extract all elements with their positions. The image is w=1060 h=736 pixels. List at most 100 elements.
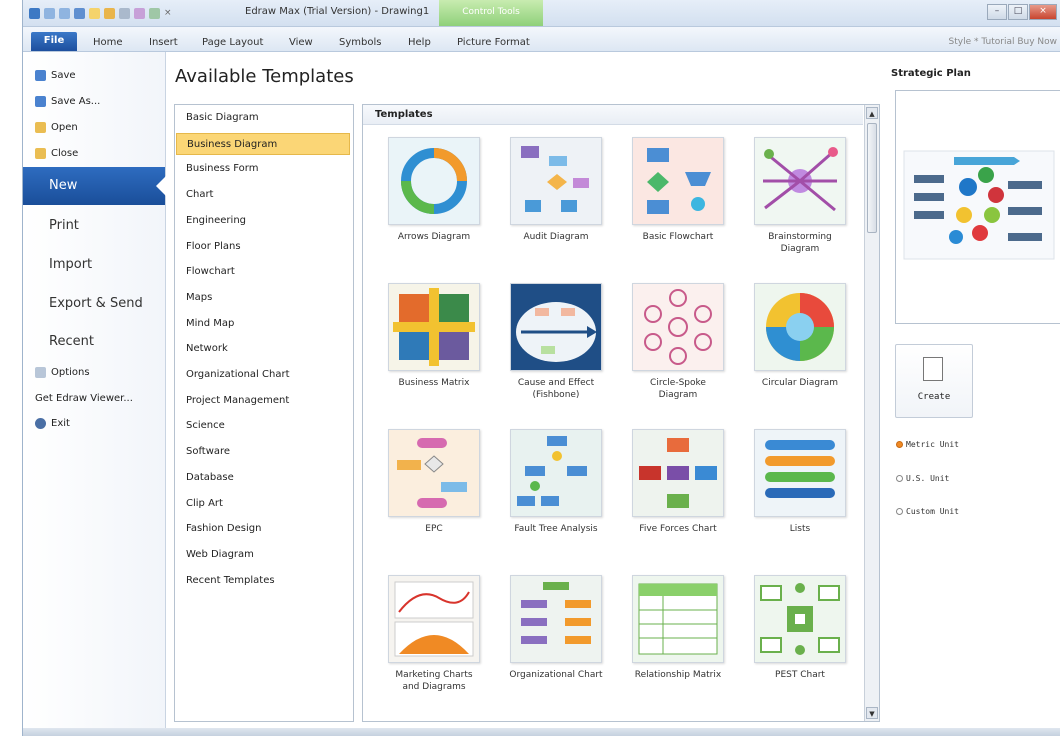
template-label: Circle-Spoke Diagram — [650, 378, 706, 400]
template-tile[interactable]: Arrows Diagram — [379, 137, 489, 243]
template-label: PEST Chart — [775, 670, 825, 680]
template-tile[interactable]: Audit Diagram — [501, 137, 611, 243]
template-preview — [895, 90, 1060, 324]
title-bar: × Edraw Max (Trial Version) - Drawing1 C… — [23, 0, 1060, 27]
menu-new[interactable]: New — [23, 167, 166, 205]
category-item[interactable]: Organizational Chart — [176, 364, 350, 386]
category-item[interactable]: Recent Templates — [176, 570, 350, 592]
minimize-button[interactable]: – — [987, 4, 1007, 20]
template-thumbnail — [754, 137, 846, 225]
category-item[interactable]: Database — [176, 467, 350, 489]
category-item[interactable]: Chart — [176, 184, 350, 206]
preview-icon[interactable] — [149, 7, 160, 19]
radio-selected-icon — [896, 441, 903, 448]
template-tile[interactable]: Basic Flowchart — [623, 137, 733, 243]
category-item[interactable]: Basic Diagram — [176, 107, 350, 129]
page-title: Available Templates — [175, 66, 354, 87]
window-title: Edraw Max (Trial Version) - Drawing1 — [245, 6, 430, 17]
template-tile[interactable]: Marketing Charts and Diagrams — [379, 575, 489, 693]
template-thumbnail — [388, 575, 480, 663]
template-thumbnail — [754, 575, 846, 663]
scroll-up-button[interactable]: ▲ — [866, 107, 878, 119]
save-icon[interactable] — [74, 7, 85, 19]
template-label: Arrows Diagram — [397, 232, 471, 242]
template-tile[interactable]: Fault Tree Analysis — [501, 429, 611, 535]
strategic-plan-preview-image — [903, 150, 1055, 260]
template-thumbnail — [754, 429, 846, 517]
category-item[interactable]: Fashion Design — [176, 518, 350, 540]
template-tile[interactable]: Brainstorming Diagram — [745, 137, 855, 255]
close-button[interactable]: × — [1029, 4, 1057, 20]
ribbon-help-links[interactable]: Style * Tutorial Buy Now — [949, 37, 1057, 47]
template-tile[interactable]: Cause and Effect (Fishbone) — [501, 283, 611, 401]
template-label: Relationship Matrix — [634, 670, 722, 680]
template-thumbnail — [632, 137, 724, 225]
category-item[interactable]: Flowchart — [176, 261, 350, 283]
template-tile[interactable]: Business Matrix — [379, 283, 489, 389]
menu-options[interactable]: Options — [35, 367, 90, 378]
menu-save[interactable]: Save — [35, 70, 76, 81]
save-as-icon — [35, 96, 46, 107]
template-label: Circular Diagram — [761, 378, 839, 388]
app-logo-icon[interactable] — [29, 7, 40, 19]
open-icon[interactable] — [104, 7, 115, 19]
scroll-thumb[interactable] — [867, 123, 877, 233]
tab-help[interactable]: Help — [408, 37, 431, 48]
menu-close[interactable]: Close — [35, 148, 78, 159]
create-button[interactable]: Create — [895, 344, 973, 418]
folder-icon — [35, 122, 46, 133]
category-item[interactable]: Engineering — [176, 210, 350, 232]
category-item[interactable]: Clip Art — [176, 493, 350, 515]
menu-print[interactable]: Print — [49, 218, 79, 233]
category-item[interactable]: Maps — [176, 287, 350, 309]
print-icon[interactable] — [119, 7, 130, 19]
category-item[interactable]: Software — [176, 441, 350, 463]
category-item[interactable]: Project Management — [176, 390, 350, 412]
template-thumbnail — [510, 429, 602, 517]
template-tile[interactable]: PEST Chart — [745, 575, 855, 681]
category-item[interactable]: Network — [176, 338, 350, 360]
undo-icon[interactable] — [44, 7, 55, 19]
template-tile[interactable]: Organizational Chart — [501, 575, 611, 681]
category-item[interactable]: Science — [176, 415, 350, 437]
close-icon[interactable]: × — [164, 8, 175, 19]
unit-us-radio[interactable]: U.S. Unit — [896, 474, 949, 483]
menu-export-send[interactable]: Export & Send — [49, 296, 143, 311]
tab-view[interactable]: View — [289, 37, 313, 48]
menu-exit[interactable]: Exit — [35, 418, 70, 429]
unit-custom-radio[interactable]: Custom Unit — [896, 507, 959, 516]
template-label: Organizational Chart — [509, 670, 603, 680]
menu-import[interactable]: Import — [49, 257, 92, 272]
template-tile[interactable]: Five Forces Chart — [623, 429, 733, 535]
tab-picture-format[interactable]: Picture Format — [457, 37, 530, 48]
scroll-down-button[interactable]: ▼ — [866, 707, 878, 719]
template-label: Audit Diagram — [523, 232, 589, 242]
category-item[interactable]: Business Form — [176, 158, 350, 180]
template-tile[interactable]: Circular Diagram — [745, 283, 855, 389]
menu-open[interactable]: Open — [35, 122, 78, 133]
category-item[interactable]: Floor Plans — [176, 236, 350, 258]
menu-save-as[interactable]: Save As... — [35, 96, 100, 107]
category-item[interactable]: Web Diagram — [176, 544, 350, 566]
window-controls: – □ × — [987, 4, 1057, 20]
tab-page-layout[interactable]: Page Layout — [202, 37, 263, 48]
category-item[interactable]: Mind Map — [176, 313, 350, 335]
category-item[interactable]: Business Diagram — [176, 132, 350, 155]
redo-icon[interactable] — [59, 7, 70, 19]
tab-symbols[interactable]: Symbols — [339, 37, 381, 48]
tab-file[interactable]: File — [31, 32, 77, 51]
new-icon[interactable] — [89, 7, 100, 19]
tab-insert[interactable]: Insert — [149, 37, 178, 48]
menu-get-viewer[interactable]: Get Edraw Viewer... — [35, 393, 133, 404]
menu-recent[interactable]: Recent — [49, 334, 94, 349]
maximize-button[interactable]: □ — [1008, 4, 1028, 20]
template-tile[interactable]: Relationship Matrix — [623, 575, 733, 681]
context-tab-control-tools[interactable]: Control Tools — [439, 0, 543, 26]
unit-metric-radio[interactable]: Metric Unit — [896, 440, 959, 449]
tab-home[interactable]: Home — [93, 37, 123, 48]
template-tile[interactable]: Circle-Spoke Diagram — [623, 283, 733, 401]
template-tile[interactable]: Lists — [745, 429, 855, 535]
format-icon[interactable] — [134, 7, 145, 19]
template-tile[interactable]: EPC — [379, 429, 489, 535]
templates-scrollbar[interactable]: ▲ ▼ — [864, 105, 879, 721]
